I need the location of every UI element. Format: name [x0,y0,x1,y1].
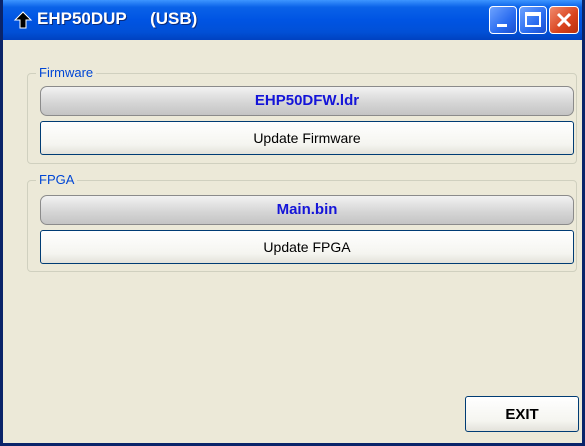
close-icon [556,12,572,28]
app-window: EHP50DUP (USB) Firmware EHP50DFW.ldr Upd… [0,0,585,446]
exit-button[interactable]: EXIT [465,396,579,432]
arrow-up-icon [13,10,33,30]
fpga-file-display: Main.bin [40,195,574,225]
firmware-file-display: EHP50DFW.ldr [40,86,574,116]
minimize-icon [497,24,507,27]
fpga-group-label: FPGA [36,172,78,187]
fpga-group: FPGA Main.bin Update FPGA [27,172,577,272]
update-fpga-button[interactable]: Update FPGA [40,230,574,264]
window-title: EHP50DUP (USB) [37,9,198,28]
firmware-group-label: Firmware [36,65,97,80]
maximize-icon [525,12,541,27]
update-firmware-button[interactable]: Update Firmware [40,121,574,155]
close-button[interactable] [549,6,579,34]
minimize-button[interactable] [489,6,517,34]
title-bar[interactable]: EHP50DUP (USB) [3,0,582,40]
maximize-button[interactable] [519,6,547,34]
firmware-group: Firmware EHP50DFW.ldr Update Firmware [27,65,577,164]
